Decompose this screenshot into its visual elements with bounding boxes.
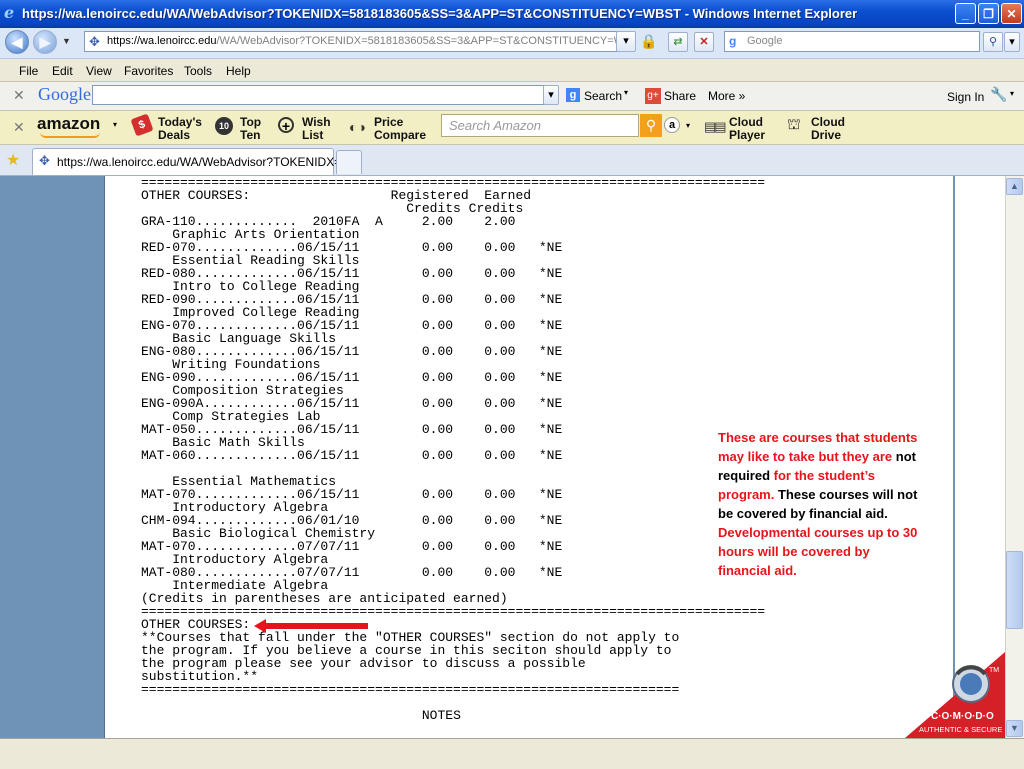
menu-tools[interactable]: Tools (184, 64, 212, 78)
stop-button[interactable]: ✕ (694, 32, 714, 52)
course-row: MAT-060.............06/15/11 0.00 0.00 *… (141, 448, 563, 463)
svg-text:TM: TM (989, 667, 999, 674)
amazon-smile-icon (40, 132, 100, 138)
minimize-button[interactable]: _ (955, 3, 976, 24)
status-bar (0, 738, 1024, 769)
notes-heading: NOTES (421, 708, 461, 723)
separator-line: ========================================… (141, 682, 680, 697)
google-search-button[interactable]: Search (584, 89, 622, 103)
top-ten-button[interactable]: Top Ten (240, 116, 261, 142)
back-button[interactable]: ◀ (5, 30, 29, 54)
amazon-a-icon[interactable]: a (664, 117, 680, 133)
refresh-button[interactable]: ⇄ (668, 32, 688, 52)
recent-pages-dropdown-icon[interactable]: ▼ (62, 36, 71, 46)
share-button[interactable]: Share (664, 89, 696, 103)
svg-text:C·O·M·O·D·O: C·O·M·O·D·O (931, 711, 994, 722)
google-search-dropdown-icon[interactable]: ▾ (543, 85, 559, 105)
price-compare-button[interactable]: Price Compare (374, 116, 426, 142)
address-url: https://wa.lenoircc.edu/WA/WebAdvisor?TO… (107, 35, 632, 47)
scroll-up-button[interactable]: ▲ (1006, 178, 1023, 195)
comodo-secure-badge[interactable]: TM C·O·M·O·D·O AUTHENTIC & SECURE (905, 652, 1005, 738)
close-toolbar-icon[interactable]: ✕ (13, 87, 25, 104)
menu-view[interactable]: View (86, 64, 112, 78)
window-title-bar: e https://wa.lenoircc.edu/WA/WebAdvisor?… (0, 0, 1024, 28)
tab-favicon-icon: ✥ (39, 153, 50, 168)
share-icon: g+ (645, 88, 661, 104)
menu-file[interactable]: File (19, 64, 38, 78)
section-header: OTHER COURSES: (141, 188, 251, 203)
lock-icon[interactable]: 🔒 (640, 33, 657, 50)
google-search-input[interactable] (92, 85, 544, 105)
scrollbar-thumb[interactable] (1006, 551, 1023, 629)
menu-favorites[interactable]: Favorites (124, 64, 173, 78)
ie-logo-icon: e (4, 3, 15, 22)
search-icon[interactable]: ⚲ (983, 32, 1003, 52)
red-arrow-icon (254, 619, 368, 633)
site-favicon-icon: ✥ (89, 34, 100, 49)
wish-list-plus-icon: + (278, 117, 294, 134)
wish-list-button[interactable]: Wish List (302, 116, 331, 142)
tab-webadvisor[interactable]: ✥ https://wa.lenoircc.edu/WA/WebAdvisor?… (32, 148, 351, 175)
forward-button[interactable]: ▶ (33, 30, 57, 54)
web-search-input[interactable]: g Google (724, 31, 980, 52)
amazon-search-dropdown-icon[interactable]: ▾ (686, 121, 690, 130)
cloud-player-button[interactable]: Cloud Player (729, 116, 765, 142)
wrench-icon[interactable]: 🔧 (990, 86, 1007, 103)
menu-edit[interactable]: Edit (52, 64, 73, 78)
google-logo: Google (38, 84, 91, 104)
todays-deals-button[interactable]: Today's Deals (158, 116, 202, 142)
vertical-scrollbar[interactable] (1005, 176, 1024, 738)
search-dropdown-icon[interactable]: ▾ (624, 88, 628, 97)
address-dropdown-icon[interactable]: ▾ (616, 31, 636, 52)
new-tab-button[interactable] (336, 150, 362, 174)
scroll-down-button[interactable]: ▼ (1006, 720, 1023, 737)
restore-button[interactable]: ❐ (978, 3, 999, 24)
amazon-menu-dropdown-icon[interactable]: ▾ (113, 120, 117, 129)
amazon-search-input[interactable]: Search Amazon (441, 114, 639, 137)
menu-help[interactable]: Help (226, 64, 251, 78)
address-field[interactable]: ✥ https://wa.lenoircc.edu/WA/WebAdvisor?… (84, 31, 632, 52)
settings-dropdown-icon[interactable]: ▾ (1010, 89, 1014, 98)
amazon-logo: amazon (37, 114, 101, 133)
close-amazon-toolbar-icon[interactable]: ✕ (13, 119, 25, 136)
page-content: ========================================… (0, 176, 1005, 738)
top-ten-icon: 10 (215, 117, 233, 135)
more-button[interactable]: More » (708, 89, 745, 103)
price-compare-icon: ◐◑ (349, 119, 366, 135)
google-search-icon: g (566, 88, 580, 102)
program-evaluation-report: ========================================… (141, 176, 765, 722)
window-title: https://wa.lenoircc.edu/WA/WebAdvisor?TO… (22, 6, 858, 21)
search-options-dropdown-icon[interactable]: ▾ (1004, 32, 1020, 52)
svg-text:AUTHENTIC & SECURE: AUTHENTIC & SECURE (919, 725, 1002, 734)
cloud-drive-button[interactable]: Cloud Drive (811, 116, 845, 142)
amazon-search-icon[interactable]: ⚲ (640, 114, 662, 137)
cloud-drive-icon: ⛫ (787, 116, 801, 133)
left-sidebar (0, 176, 105, 738)
google-favicon-icon: g (729, 34, 737, 48)
annotation-callout: These are courses that students may like… (718, 430, 918, 578)
favorites-star-icon[interactable]: ★ (6, 150, 20, 170)
cloud-player-icon: ▤▤ (704, 119, 727, 134)
close-window-button[interactable]: ✕ (1001, 3, 1022, 24)
sign-in-button[interactable]: Sign In (947, 90, 984, 104)
